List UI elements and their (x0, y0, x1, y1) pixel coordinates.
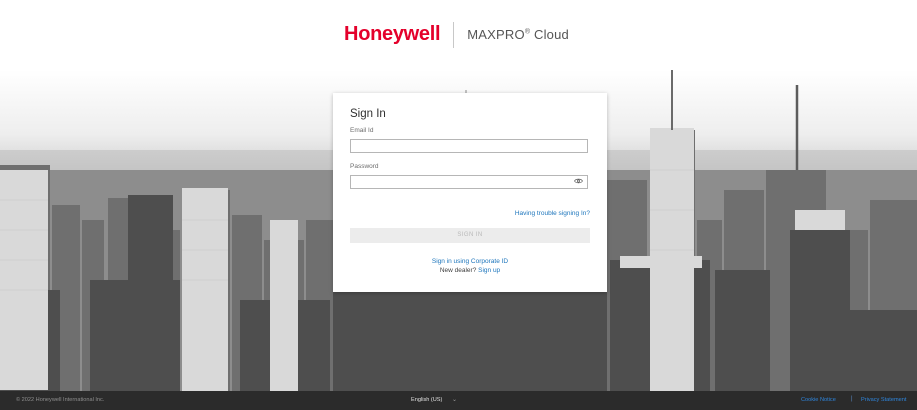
product-name-suffix: Cloud (533, 27, 569, 42)
honeywell-logo: Honeywell (344, 23, 441, 45)
product-name-main: MAXPRO (467, 27, 525, 42)
registered-mark: ® (524, 28, 531, 36)
copyright-text: © 2022 Honeywell International Inc. (16, 397, 105, 403)
signin-button[interactable]: SIGN IN (350, 228, 590, 243)
top-header: Honeywell MAXPRO® Cloud (0, 0, 917, 70)
new-dealer-text: New dealer? (439, 267, 477, 274)
chevron-down-icon[interactable]: ⌄ (452, 396, 457, 403)
password-label: Password (350, 163, 379, 170)
new-dealer-line: New dealer? Sign up (333, 267, 607, 274)
signin-card: Sign In Email Id Password Having trouble… (333, 93, 607, 292)
header-divider (453, 21, 455, 48)
signin-title: Sign In (350, 108, 386, 120)
email-field[interactable] (350, 139, 588, 153)
privacy-statement-link[interactable]: Privacy Statement (861, 397, 906, 403)
language-selector[interactable]: English (US) (411, 397, 442, 403)
signup-link[interactable]: Sign up (478, 267, 500, 274)
corporate-id-link[interactable]: Sign in using Corporate ID (333, 258, 607, 265)
brand-bar: Honeywell MAXPRO® Cloud (344, 21, 569, 48)
cookie-notice-link[interactable]: Cookie Notice (801, 397, 836, 403)
email-label: Email Id (350, 127, 374, 134)
footer-separator: | (851, 396, 853, 402)
footer-bar: © 2022 Honeywell International Inc. Engl… (0, 391, 917, 410)
product-name: MAXPRO® Cloud (467, 27, 569, 42)
password-field[interactable] (350, 175, 588, 189)
eye-icon[interactable] (574, 178, 583, 184)
trouble-signing-in-link[interactable]: Having trouble signing In? (515, 210, 590, 217)
